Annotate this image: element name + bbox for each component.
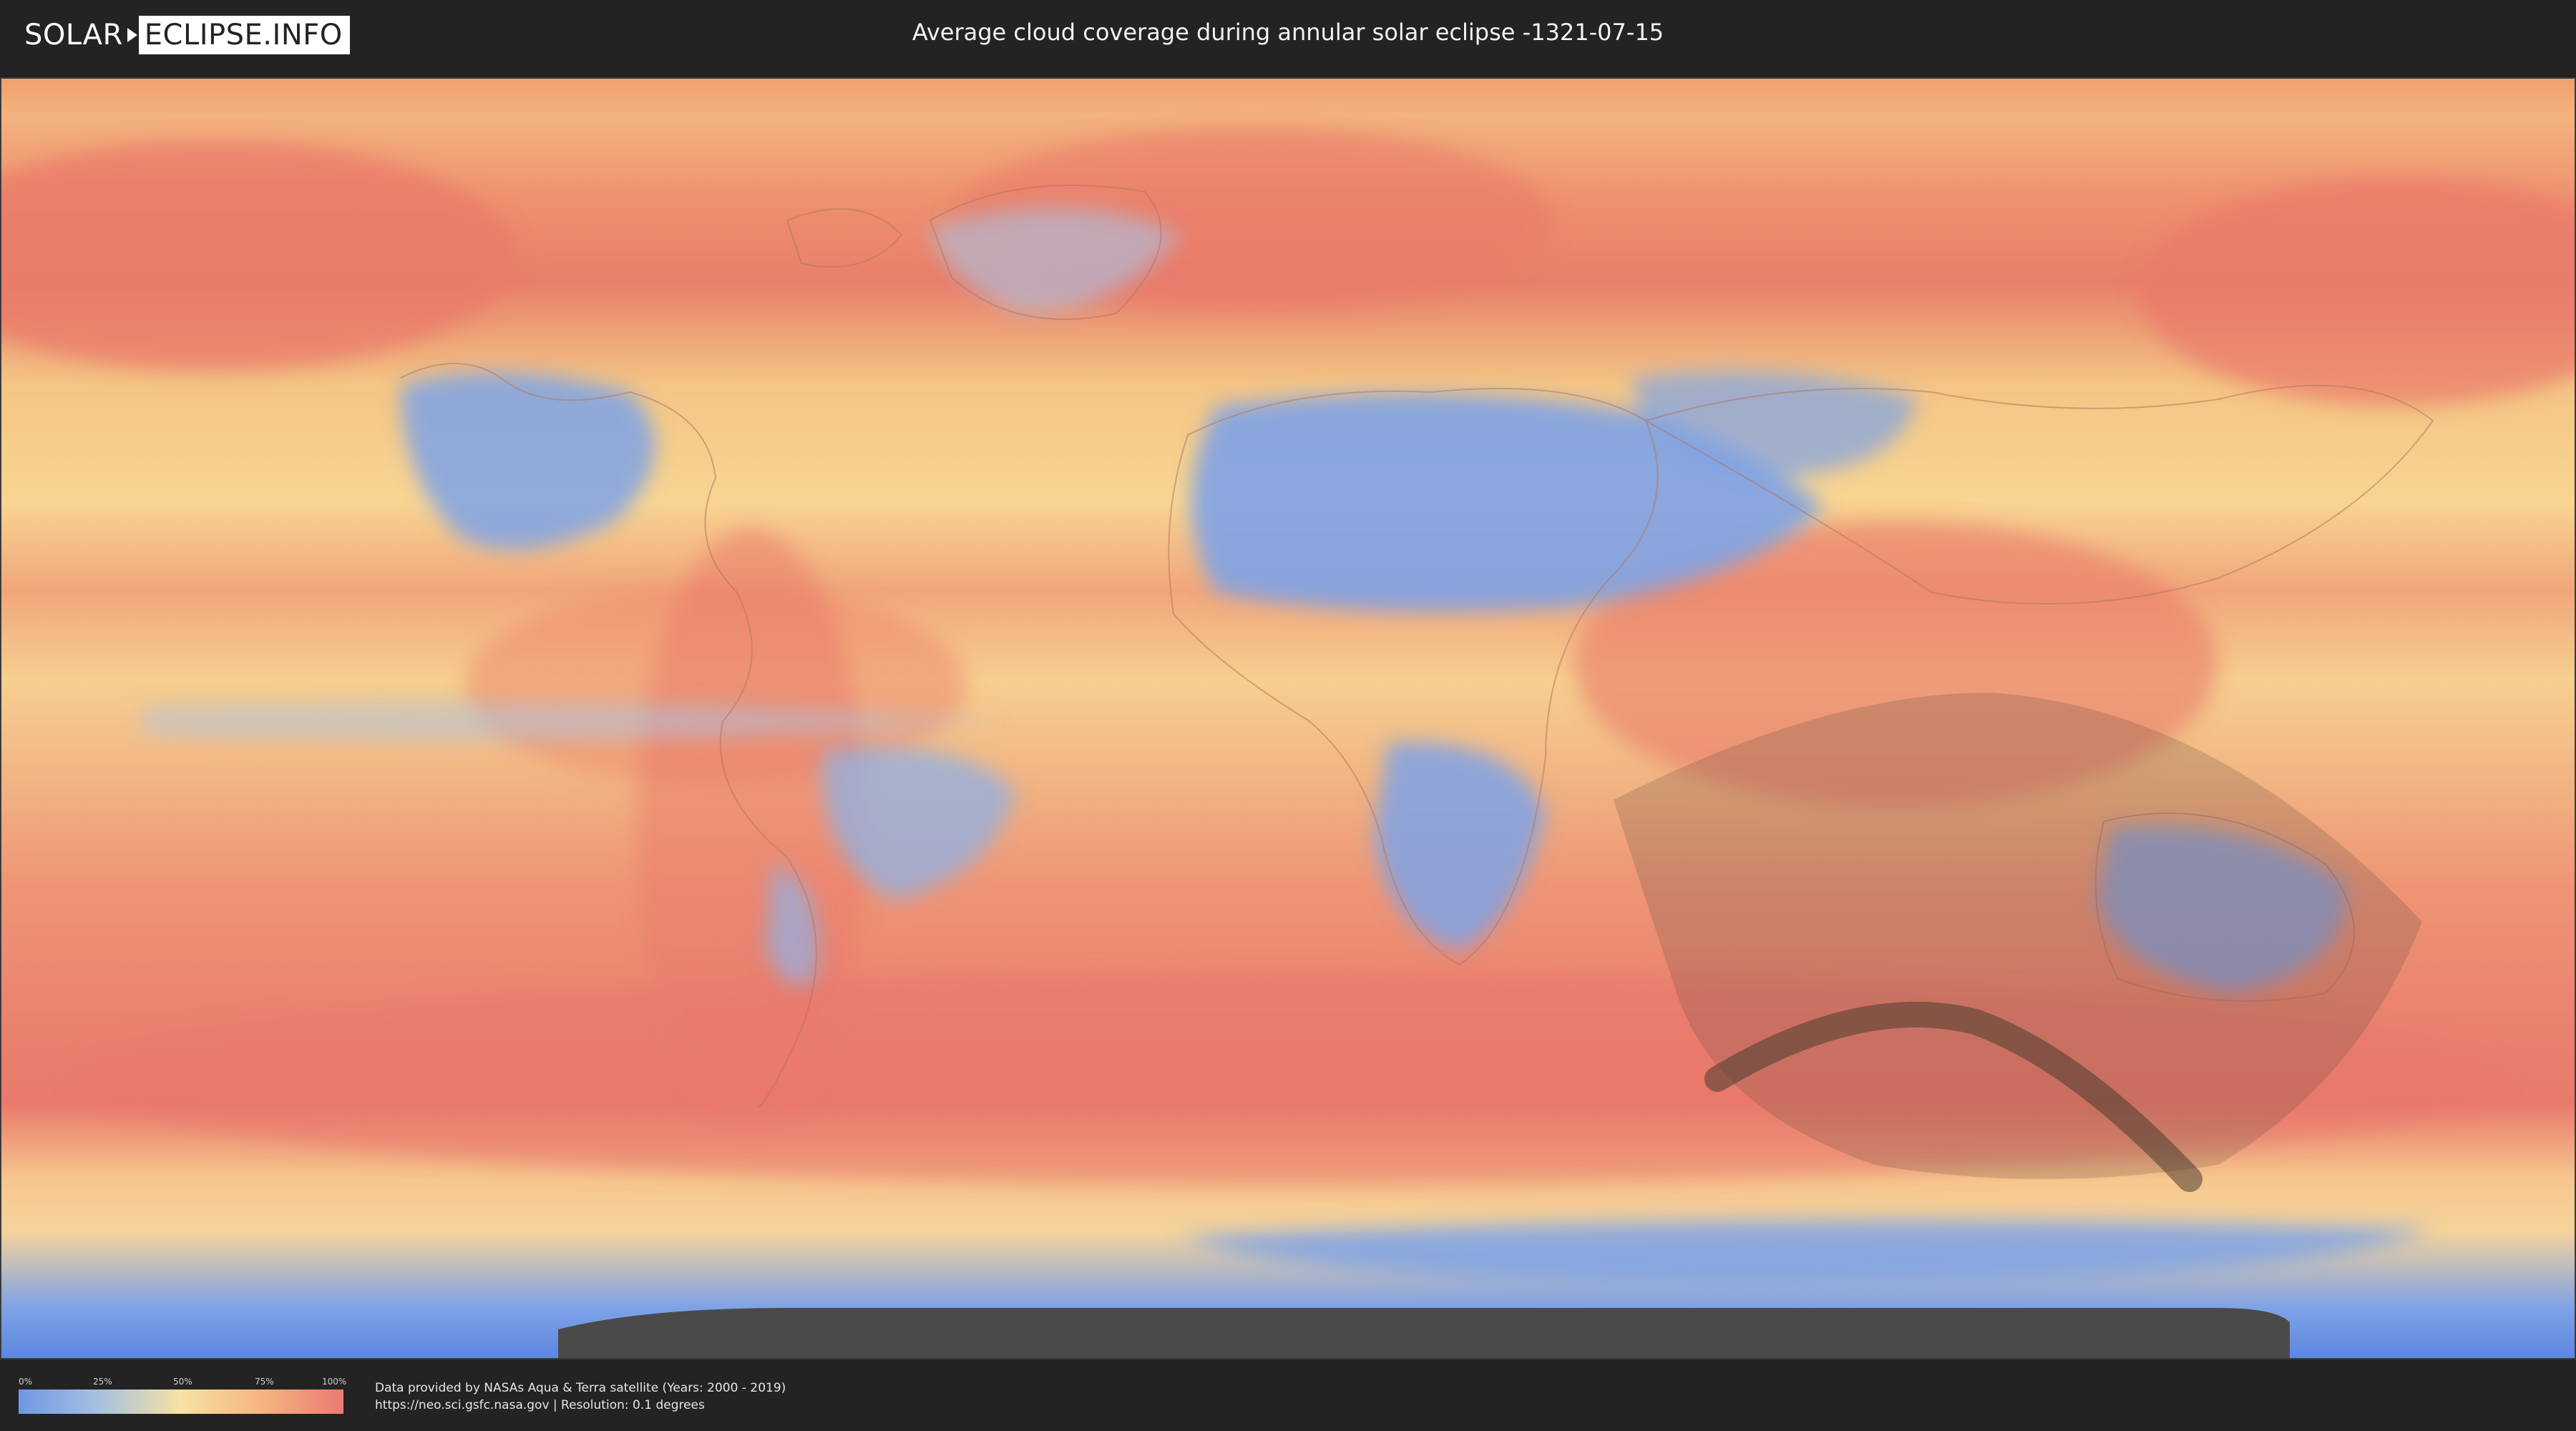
legend-tick-0: 0% [19,1377,33,1387]
page-title: Average cloud coverage during annular so… [912,19,1664,46]
credit-line-2: https://neo.sci.gsfc.nasa.gov | Resoluti… [375,1398,705,1412]
header-bar: SOLAR ECLIPSE.INFO Average cloud coverag… [0,0,2576,72]
map-layers [0,77,2576,1359]
legend-tick-labels: 0% 25% 50% 75% 100% [19,1377,347,1387]
legend-tick-75: 75% [255,1377,274,1387]
no-data-region [558,1308,2290,1359]
legend-color-bar [19,1390,343,1414]
credit-line-1: Data provided by NASAs Aqua & Terra sate… [375,1381,786,1395]
cloud-coverage-map[interactable] [0,77,2576,1359]
legend-tick-25: 25% [93,1377,112,1387]
footer-bar: 0% 25% 50% 75% 100% Data provided by NAS… [0,1359,2576,1431]
legend-tick-50: 50% [173,1377,192,1387]
legend-tick-100: 100% [322,1377,347,1387]
